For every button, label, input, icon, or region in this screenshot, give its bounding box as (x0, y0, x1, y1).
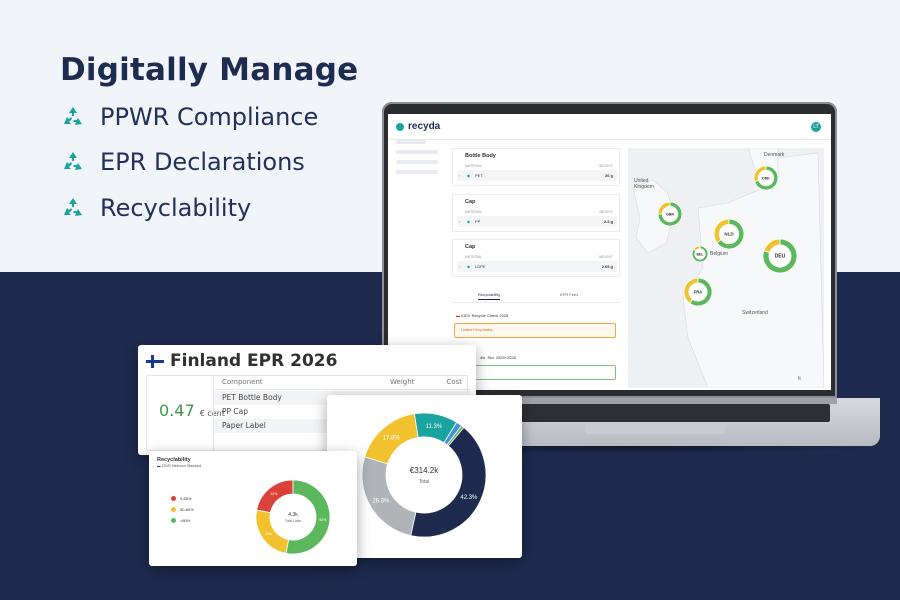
tab-bar: Recyclability EPR Fees (452, 289, 620, 303)
recycle-icon (64, 198, 82, 216)
feature-label: EPR Declarations (100, 148, 305, 176)
material-value: PP (475, 219, 481, 224)
feature-recyclability: Recyclability (60, 194, 251, 222)
finland-flag-icon (146, 355, 164, 368)
app-logo[interactable]: recyda (408, 121, 440, 132)
material-value: LDPE (475, 264, 486, 269)
feature-ppwr: PPWR Compliance (60, 103, 318, 131)
marker-label: BEL (697, 253, 705, 257)
logo-icon (396, 122, 404, 131)
recy-slice[interactable] (255, 509, 290, 554)
map-markers: DNK GBR NLD BEL DEU FRA (657, 165, 798, 307)
expand-icon[interactable]: › (459, 219, 460, 224)
recyclability-donut-chart: 4.3k Total Units 53% 25% 22% (255, 479, 331, 555)
total-data-label: 11.3% (426, 424, 443, 430)
status-badge: Limited Recyclability (454, 323, 616, 338)
header-weight: Weight (390, 378, 415, 386)
sidebar-item[interactable] (396, 150, 438, 154)
weight-header: WEIGHT (599, 255, 613, 259)
total-data-label: 17.8% (383, 435, 401, 441)
table-header: Component Weight Cost (214, 376, 470, 390)
standard-title: die. Std. 2025+2026 (480, 355, 516, 360)
recy-center-value: 4.3k (288, 512, 298, 518)
map-marker-fra[interactable]: FRA (683, 277, 713, 307)
total-center-value: €314.2k (410, 466, 439, 475)
marker-label: DNK (762, 177, 770, 181)
check-title: ▬ KIDV Recycle Check 2025 (456, 313, 508, 318)
tab-epr-fees[interactable]: EPR Fees (560, 292, 578, 297)
weight-header: WEIGHT (599, 210, 613, 214)
map-marker-nld[interactable]: NLD (713, 218, 745, 250)
laptop-keyboard (520, 404, 830, 422)
component-card[interactable]: Cap MATERIAL WEIGHT › ◆ LDPE 2.65 g (452, 239, 620, 277)
sidebar-item[interactable] (396, 140, 426, 144)
feature-label: Recyclability (100, 194, 252, 222)
recy-data-label: 22% (270, 492, 277, 496)
material-value: PET (475, 173, 483, 178)
expand-icon[interactable]: › (459, 173, 460, 178)
component-card[interactable]: Bottle Body MATERIAL WEIGHT › ◆ PET 26 g (452, 148, 620, 186)
feature-epr: EPR Declarations (60, 148, 305, 176)
weight-value: 2.65 g (601, 264, 613, 269)
recy-data-label: 53% (319, 518, 326, 522)
marker-label: DEU (775, 254, 786, 260)
tab-recyclability[interactable]: Recyclability (478, 292, 501, 300)
component-card[interactable]: Cap MATERIAL WEIGHT › ◆ PP 2.3 g (452, 194, 620, 232)
map-marker-gbr[interactable]: GBR (657, 201, 683, 227)
header-component: Component (222, 378, 263, 386)
recy-slice[interactable] (256, 479, 294, 514)
material-header: MATERIAL (465, 210, 483, 214)
map-marker-bel[interactable]: BEL (691, 245, 709, 263)
check-title-text: KIDV Recycle Check 2025 (461, 313, 509, 318)
component-row: › ◆ PET 26 g (457, 170, 617, 181)
recycle-icon (64, 107, 82, 125)
sidebar-item[interactable] (396, 160, 438, 164)
sidebar-item[interactable] (396, 170, 438, 174)
total-center-label: Total (419, 479, 430, 485)
recy-center-label: Total Units (285, 519, 302, 523)
laptop-trackpad (585, 424, 725, 434)
component-title: Cap (465, 244, 476, 250)
material-icon: ◆ (467, 264, 471, 269)
component-row: › ◆ LDPE 2.65 g (457, 261, 617, 272)
app-header: recyda (388, 114, 831, 140)
finland-title: Finland EPR 2026 (170, 351, 338, 371)
hero-headline: Digitally Manage (60, 52, 359, 88)
component-title: Bottle Body (465, 153, 496, 159)
recyclability-card: Recyclability ▬ ZSVR Minimum Standard 0-… (149, 451, 357, 566)
material-header: MATERIAL (465, 255, 483, 259)
component-row: › ◆ PP 2.3 g (457, 216, 617, 227)
material-icon: ◆ (467, 173, 471, 178)
europe-map[interactable]: Denmark United Kingdom Belgium Switzerla… (628, 147, 825, 389)
recycle-icon (64, 152, 82, 170)
feature-label: PPWR Compliance (100, 103, 319, 131)
expand-icon[interactable]: › (459, 264, 460, 269)
map-marker-dnk[interactable]: DNK (753, 165, 779, 191)
nl-flag-icon: ▬ (456, 313, 460, 318)
weight-header: WEIGHT (599, 164, 613, 168)
marker-label: GBR (666, 213, 674, 217)
marker-label: NLD (724, 232, 734, 237)
material-icon: ◆ (467, 219, 471, 224)
standard-result-box (454, 365, 616, 380)
header-cost: Cost (446, 378, 462, 386)
material-header: MATERIAL (465, 164, 483, 168)
map-marker-deu[interactable]: DEU (762, 238, 798, 274)
weight-value: 26 g (604, 173, 613, 178)
total-slice[interactable] (361, 456, 417, 537)
weight-value: 2.3 g (603, 219, 613, 224)
price-value: 0.47 (159, 401, 195, 420)
avatar[interactable]: LT (811, 122, 821, 132)
recy-data-label: 25% (265, 532, 272, 536)
component-title: Cap (465, 199, 476, 205)
total-data-label: 42.3% (460, 495, 478, 501)
total-data-label: 26.3% (372, 498, 390, 504)
marker-label: FRA (694, 290, 703, 295)
